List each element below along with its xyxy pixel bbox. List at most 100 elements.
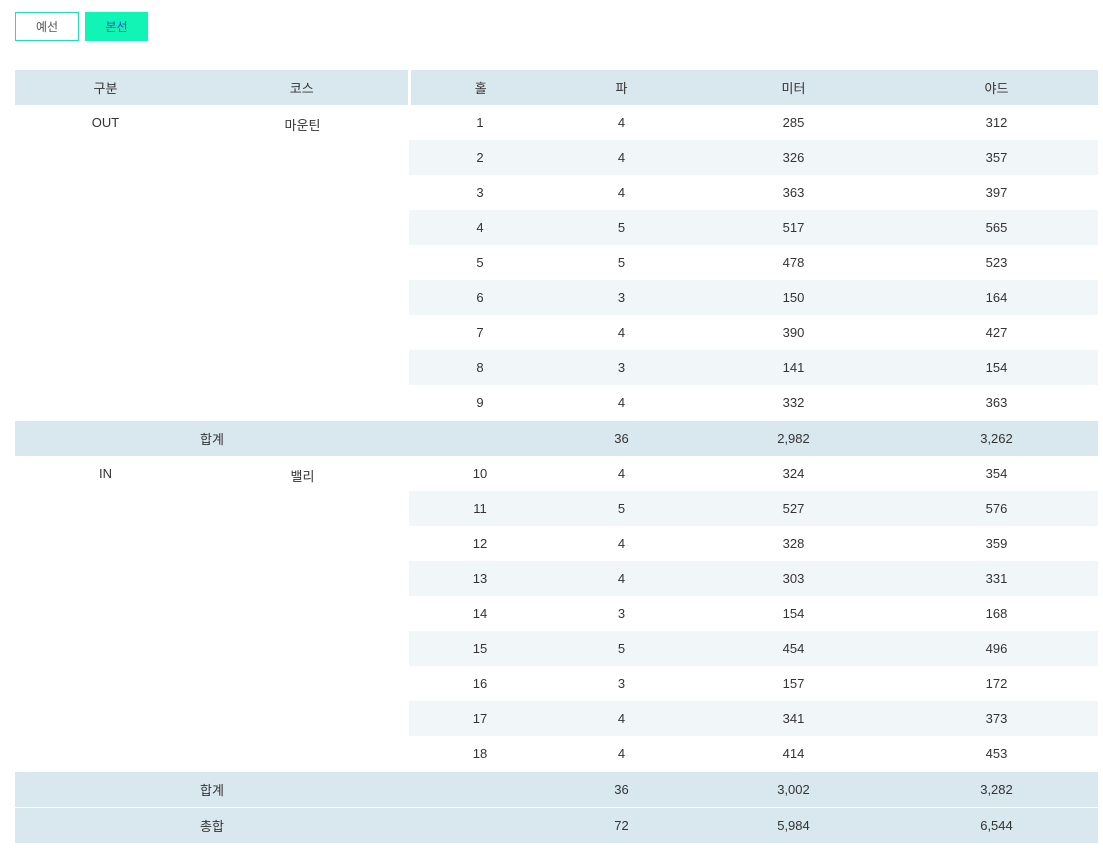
par-cell: 4	[551, 561, 692, 596]
total-label: 총합	[15, 807, 409, 843]
hole-cell: 17	[409, 701, 551, 736]
header-meter: 미터	[692, 70, 895, 105]
subtotal-hole-cell	[409, 420, 551, 456]
yard-cell: 373	[895, 701, 1098, 736]
header-division: 구분	[15, 70, 196, 105]
hole-cell: 7	[409, 315, 551, 350]
par-cell: 4	[551, 175, 692, 210]
yard-cell: 397	[895, 175, 1098, 210]
table-row: IN 밸리 10 4 324 354	[15, 456, 1098, 491]
yard-cell: 357	[895, 140, 1098, 175]
meter-cell: 527	[692, 491, 895, 526]
header-yard: 야드	[895, 70, 1098, 105]
yard-cell: 331	[895, 561, 1098, 596]
tab-preliminary[interactable]: 예선	[15, 12, 79, 41]
header-hole: 홀	[409, 70, 551, 105]
table-header-row: 구분 코스 홀 파 미터 야드	[15, 70, 1098, 105]
meter-cell: 390	[692, 315, 895, 350]
meter-cell: 328	[692, 526, 895, 561]
yard-cell: 154	[895, 350, 1098, 385]
subtotal-yard: 3,262	[895, 420, 1098, 456]
subtotal-yard: 3,282	[895, 771, 1098, 808]
meter-cell: 332	[692, 385, 895, 421]
subtotal-par: 36	[551, 420, 692, 456]
hole-cell: 1	[409, 105, 551, 140]
total-par: 72	[551, 807, 692, 843]
yard-cell: 354	[895, 456, 1098, 491]
yard-cell: 496	[895, 631, 1098, 666]
meter-cell: 517	[692, 210, 895, 245]
yard-cell: 565	[895, 210, 1098, 245]
par-cell: 4	[551, 456, 692, 491]
tab-final[interactable]: 본선	[85, 12, 148, 41]
header-course: 코스	[196, 70, 411, 105]
subtotal-row: 합계 36 3,002 3,282	[15, 771, 1098, 808]
par-cell: 5	[551, 210, 692, 245]
hole-cell: 15	[409, 631, 551, 666]
par-cell: 3	[551, 280, 692, 315]
yard-cell: 312	[895, 105, 1098, 140]
par-cell: 5	[551, 491, 692, 526]
round-tabs: 예선 본선	[15, 12, 148, 41]
hole-cell: 4	[409, 210, 551, 245]
meter-cell: 303	[692, 561, 895, 596]
meter-cell: 454	[692, 631, 895, 666]
meter-cell: 363	[692, 175, 895, 210]
par-cell: 4	[551, 701, 692, 736]
hole-cell: 12	[409, 526, 551, 561]
yard-cell: 168	[895, 596, 1098, 631]
hole-cell: 16	[409, 666, 551, 701]
yard-cell: 363	[895, 385, 1098, 421]
course-table: 구분 코스 홀 파 미터 야드 OUT 마운틴 1 4 285 312 2 4 326 357 3 4…	[15, 70, 1098, 843]
subtotal-meter: 2,982	[692, 420, 895, 456]
meter-cell: 141	[692, 350, 895, 385]
yard-cell: 576	[895, 491, 1098, 526]
table-row: OUT 마운틴 1 4 285 312	[15, 105, 1098, 140]
meter-cell: 324	[692, 456, 895, 491]
par-cell: 4	[551, 385, 692, 421]
header-par: 파	[551, 70, 692, 105]
par-cell: 5	[551, 631, 692, 666]
total-yard: 6,544	[895, 807, 1098, 843]
total-meter: 5,984	[692, 807, 895, 843]
division-cell: OUT	[91, 115, 120, 130]
subtotal-label: 합계	[15, 420, 409, 456]
course-name-cell: 마운틴	[284, 118, 321, 133]
division-cell: IN	[99, 466, 112, 481]
hole-cell: 3	[409, 175, 551, 210]
yard-cell: 523	[895, 245, 1098, 280]
meter-cell: 157	[692, 666, 895, 701]
hole-cell: 2	[409, 140, 551, 175]
meter-cell: 326	[692, 140, 895, 175]
total-row: 총합 72 5,984 6,544	[15, 807, 1098, 843]
hole-cell: 18	[409, 736, 551, 772]
hole-cell: 5	[409, 245, 551, 280]
par-cell: 4	[551, 736, 692, 772]
par-cell: 4	[551, 105, 692, 140]
par-cell: 3	[551, 350, 692, 385]
subtotal-par: 36	[551, 771, 692, 808]
hole-cell: 8	[409, 350, 551, 385]
yard-cell: 427	[895, 315, 1098, 350]
par-cell: 4	[551, 315, 692, 350]
meter-cell: 150	[692, 280, 895, 315]
hole-cell: 14	[409, 596, 551, 631]
yard-cell: 453	[895, 736, 1098, 772]
subtotal-row: 합계 36 2,982 3,262	[15, 420, 1098, 456]
meter-cell: 478	[692, 245, 895, 280]
hole-cell: 11	[409, 491, 551, 526]
subtotal-hole-cell	[409, 771, 551, 808]
yard-cell: 359	[895, 526, 1098, 561]
hole-cell: 9	[409, 385, 551, 421]
par-cell: 4	[551, 526, 692, 561]
subtotal-label: 합계	[15, 771, 409, 808]
total-hole-cell	[409, 807, 551, 843]
meter-cell: 285	[692, 105, 895, 140]
par-cell: 3	[551, 596, 692, 631]
par-cell: 3	[551, 666, 692, 701]
hole-cell: 6	[409, 280, 551, 315]
meter-cell: 341	[692, 701, 895, 736]
hole-cell: 13	[409, 561, 551, 596]
hole-cell: 10	[409, 456, 551, 491]
course-table-body: OUT 마운틴 1 4 285 312 2 4 326 357 3 4 363 397 4 5 517 565 5 5…	[15, 105, 1098, 843]
